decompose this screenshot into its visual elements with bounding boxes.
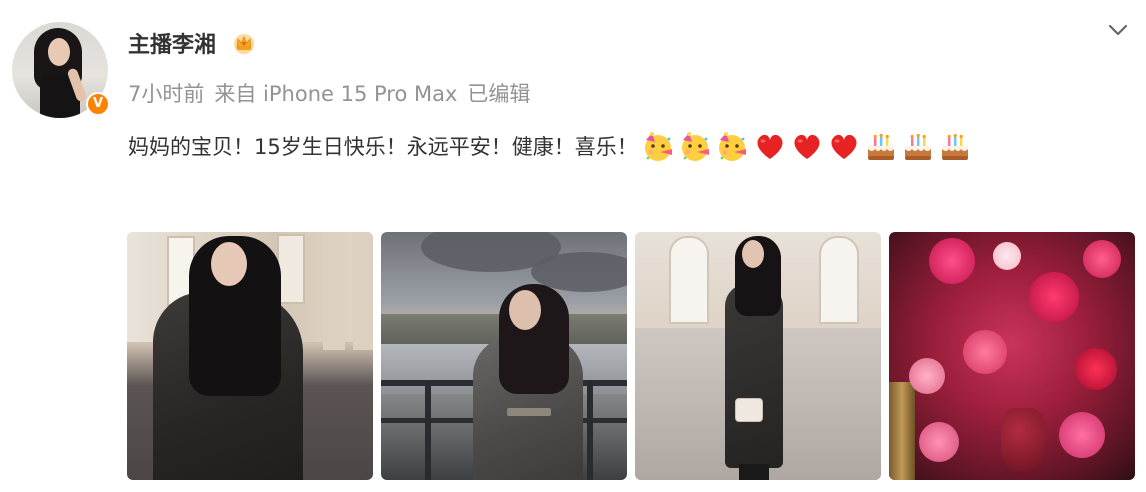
post-edited[interactable]: 已编辑 (467, 82, 530, 106)
verified-badge: V (86, 92, 110, 116)
crown-icon (233, 34, 254, 54)
red-heart-icon (831, 134, 857, 159)
party-face-icon (681, 132, 709, 161)
party-face-icon (718, 132, 746, 161)
birthday-cake-icon (867, 133, 894, 160)
author-name-row: 主播李湘 (128, 30, 256, 62)
post-meta: 7小时前 来自 iPhone 15 Pro Max 已编辑 (128, 80, 540, 108)
author-name[interactable]: 主播李湘 (128, 33, 216, 58)
photo-4[interactable] (889, 232, 1135, 480)
red-heart-icon (794, 134, 820, 159)
author-avatar[interactable]: V (12, 22, 110, 118)
photo-3[interactable] (635, 232, 881, 480)
red-heart-icon (757, 134, 783, 159)
photo-2[interactable] (381, 232, 627, 480)
birthday-cake-icon (941, 133, 968, 160)
emoji-row (642, 130, 975, 164)
chevron-down-icon[interactable] (1106, 18, 1130, 42)
birthday-cake-icon (904, 133, 931, 160)
photo-gallery (127, 232, 1135, 480)
post-time[interactable]: 7小时前 (128, 82, 204, 106)
post-source: 来自 iPhone 15 Pro Max (214, 82, 458, 106)
post-text: 妈妈的宝贝！15岁生日快乐！永远平安！健康！喜乐！ (128, 135, 638, 159)
party-face-icon (644, 132, 672, 161)
post-content: 妈妈的宝贝！15岁生日快乐！永远平安！健康！喜乐！ (128, 130, 975, 164)
photo-1[interactable] (127, 232, 373, 480)
